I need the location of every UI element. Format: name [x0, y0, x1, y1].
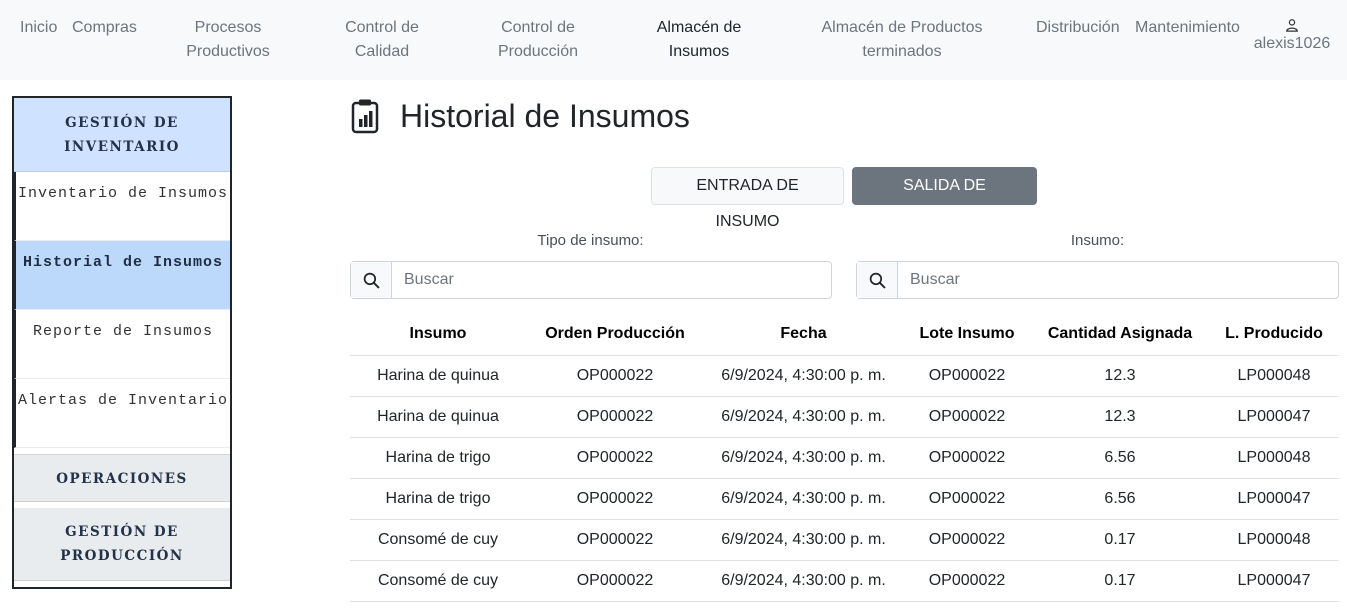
cell-insumo: Harina de trigo: [350, 478, 526, 520]
cell-lote-insumo: OP000022: [903, 519, 1031, 561]
insumo-search-group: [856, 261, 1339, 299]
table-header-row: Insumo Orden Producción Fecha Lote Insum…: [350, 314, 1339, 356]
page-header: Historial de Insumos: [350, 96, 690, 136]
cell-fecha: 6/9/2024, 4:30:00 p. m.: [704, 396, 903, 438]
salida-insumos-button[interactable]: SALIDA DE INSUMOS: [852, 167, 1037, 230]
top-navbar: Inicio Compras Procesos Productivos Cont…: [0, 0, 1347, 80]
cell-fecha: 6/9/2024, 4:30:00 p. m.: [704, 355, 903, 397]
sidebar: GESTIÓN DE INVENTARIO Inventario de Insu…: [12, 96, 232, 589]
sidebar-section-operaciones[interactable]: OPERACIONES: [14, 454, 230, 502]
table-row[interactable]: Consomé de cuy OP000022 6/9/2024, 4:30:0…: [350, 560, 1339, 602]
table-row[interactable]: Harina de quinua OP000022 6/9/2024, 4:30…: [350, 396, 1339, 438]
user-icon: [1286, 19, 1298, 32]
cell-insumo: Harina de quinua: [350, 396, 526, 438]
insumo-label: Insumo:: [1070, 232, 1125, 249]
column-header-lote-producido[interactable]: L. Producido: [1209, 314, 1339, 356]
column-header-fecha[interactable]: Fecha: [704, 314, 903, 356]
tipo-insumo-label: Tipo de insumo:: [537, 232, 644, 249]
cell-cantidad-asignada: 0.17: [1031, 519, 1209, 561]
nav-procesos-productivos[interactable]: Procesos Productivos: [180, 16, 276, 64]
cell-insumo: Harina de trigo: [350, 437, 526, 479]
nav-mantenimiento[interactable]: Mantenimiento: [1135, 16, 1240, 40]
nav-distribucion[interactable]: Distribución: [1036, 16, 1120, 40]
cell-insumo: Consomé de cuy: [350, 519, 526, 561]
clipboard-chart-icon: [351, 99, 379, 134]
search-icon: [869, 272, 886, 289]
column-header-lote-insumo[interactable]: Lote Insumo: [903, 314, 1031, 356]
cell-orden-produccion: OP000022: [526, 560, 704, 602]
nav-control-calidad[interactable]: Control de Calidad: [334, 16, 430, 64]
table-row[interactable]: Harina de trigo OP000022 6/9/2024, 4:30:…: [350, 437, 1339, 479]
sidebar-section-gestion-produccion[interactable]: GESTIÓN DE PRODUCCIÓN: [14, 508, 230, 581]
table-row[interactable]: Harina de quinua OP000022 6/9/2024, 4:30…: [350, 355, 1339, 397]
cell-insumo: Consomé de cuy: [350, 560, 526, 602]
column-header-orden-produccion[interactable]: Orden Producción: [526, 314, 704, 356]
cell-fecha: 6/9/2024, 4:30:00 p. m.: [704, 437, 903, 479]
sidebar-section-gestion-inventario[interactable]: GESTIÓN DE INVENTARIO: [14, 98, 230, 172]
sidebar-item-historial-insumos[interactable]: Historial de Insumos: [14, 241, 230, 310]
table-row[interactable]: Consomé de cuy OP000022 6/9/2024, 4:30:0…: [350, 519, 1339, 561]
search-icon-addon: [351, 262, 392, 298]
table-row[interactable]: Harina de trigo OP000022 6/9/2024, 4:30:…: [350, 478, 1339, 520]
cell-lote-insumo: OP000022: [903, 560, 1031, 602]
page-title: Historial de Insumos: [400, 97, 690, 134]
cell-insumo: Harina de quinua: [350, 355, 526, 397]
cell-lote-producido: LP000047: [1209, 396, 1339, 438]
cell-lote-producido: LP000048: [1209, 437, 1339, 479]
nav-compras[interactable]: Compras: [72, 16, 137, 40]
cell-lote-producido: LP000047: [1209, 478, 1339, 520]
cell-orden-produccion: OP000022: [526, 396, 704, 438]
user-name: alexis1026: [1253, 35, 1331, 52]
sidebar-item-inventario-insumos[interactable]: Inventario de Insumos: [14, 172, 230, 241]
tipo-insumo-search-input[interactable]: [392, 262, 831, 298]
cell-orden-produccion: OP000022: [526, 519, 704, 561]
nav-almacen-insumos[interactable]: Almacén de Insumos: [650, 16, 748, 64]
cell-lote-insumo: OP000022: [903, 478, 1031, 520]
cell-fecha: 6/9/2024, 4:30:00 p. m.: [704, 519, 903, 561]
cell-lote-producido: LP000048: [1209, 519, 1339, 561]
insumo-search-input[interactable]: [898, 262, 1338, 298]
nav-control-produccion[interactable]: Control de Producción: [492, 16, 584, 64]
entrada-insumo-button[interactable]: ENTRADA DE INSUMO: [651, 167, 844, 230]
cell-cantidad-asignada: 6.56: [1031, 437, 1209, 479]
nav-almacen-productos-terminados[interactable]: Almacén de Productos terminados: [816, 16, 988, 64]
cell-lote-insumo: OP000022: [903, 355, 1031, 397]
cell-cantidad-asignada: 12.3: [1031, 396, 1209, 438]
column-header-cantidad-asignada[interactable]: Cantidad Asignada: [1031, 314, 1209, 356]
cell-orden-produccion: OP000022: [526, 478, 704, 520]
cell-cantidad-asignada: 12.3: [1031, 355, 1209, 397]
user-menu[interactable]: alexis1026: [1250, 18, 1334, 56]
cell-orden-produccion: OP000022: [526, 437, 704, 479]
cell-lote-insumo: OP000022: [903, 437, 1031, 479]
cell-lote-insumo: OP000022: [903, 396, 1031, 438]
cell-fecha: 6/9/2024, 4:30:00 p. m.: [704, 560, 903, 602]
search-icon: [363, 272, 380, 289]
search-icon-addon: [857, 262, 898, 298]
cell-fecha: 6/9/2024, 4:30:00 p. m.: [704, 478, 903, 520]
tipo-insumo-search-group: [350, 261, 832, 299]
cell-cantidad-asignada: 6.56: [1031, 478, 1209, 520]
cell-lote-producido: LP000047: [1209, 560, 1339, 602]
cell-orden-produccion: OP000022: [526, 355, 704, 397]
sidebar-item-reporte-insumos[interactable]: Reporte de Insumos: [14, 310, 230, 379]
cell-lote-producido: LP000048: [1209, 355, 1339, 397]
cell-cantidad-asignada: 0.17: [1031, 560, 1209, 602]
column-header-insumo[interactable]: Insumo: [350, 314, 526, 356]
sidebar-item-alertas-inventario[interactable]: Alertas de Inventario: [14, 379, 230, 448]
nav-inicio[interactable]: Inicio: [20, 16, 57, 40]
historial-table: Insumo Orden Producción Fecha Lote Insum…: [350, 314, 1339, 602]
